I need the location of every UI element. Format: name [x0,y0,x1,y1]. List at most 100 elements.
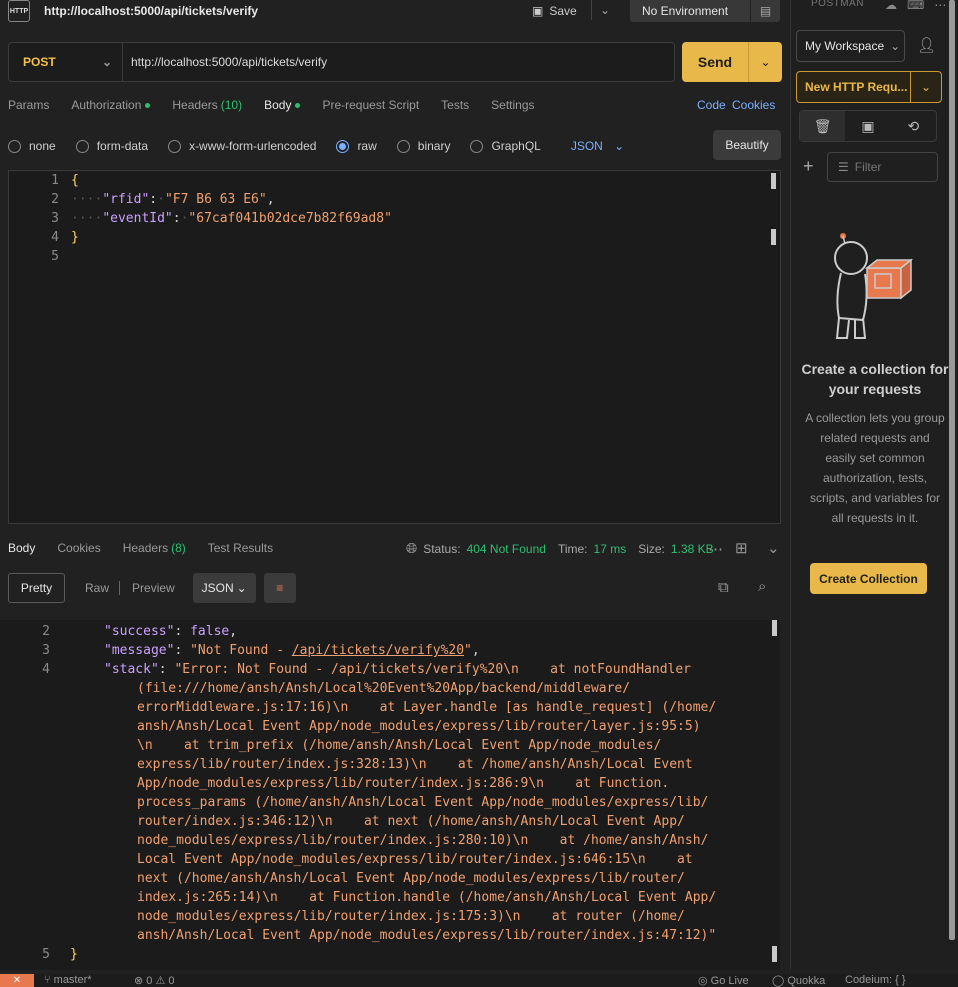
response-body-viewer[interactable]: 2 3 4 5 "success": false, "message": "Not Fou… [0,620,780,970]
response-tab-test-results[interactable]: Test Results [208,541,273,555]
radio-form-data[interactable]: form-data [75,139,148,153]
terminal-icon[interactable]: ⌨ [907,0,934,12]
empty-state-description: A collection lets you group related requ… [805,411,945,525]
response-tab-body[interactable]: Body [8,541,35,555]
response-meta: 🌐︎ Status: 404 Not Found Time: 17 ms Siz… [406,540,714,557]
environment-quick-look-icon[interactable]: ▤ [750,0,780,22]
radio-binary[interactable]: binary [396,139,450,153]
filter-field[interactable]: ☰ [827,152,938,182]
go-live-button[interactable]: ◎ Go Live [698,974,749,987]
sidebar-top-icons[interactable]: ☁⌨⋯ [885,0,956,12]
request-body-editor[interactable]: 1{2 ····"rfid":·"F7 B6 63 E6", 3 ····"event… [8,170,781,524]
tab-headers[interactable]: Headers (10) [172,94,242,116]
url-input[interactable] [131,55,651,69]
json-key: "message" [104,643,175,658]
collections-icon[interactable]: 🗑︎ [800,111,846,141]
json-key: "eventId" [102,211,173,226]
quokka-label: Quokka [787,975,826,987]
body-type-options: none form-data x-www-form-urlencoded raw bin… [8,136,624,156]
line-number: 2 [42,624,50,639]
tab-settings[interactable]: Settings [491,94,534,116]
create-collection-button[interactable]: Create Collection [810,563,927,594]
code-line: "message": "Not Found - /api/tickets/ver… [104,643,480,658]
problems-indicator[interactable]: ⊗ 0 ⚠ 0 [134,974,174,987]
editor-status-bar: ✕ ⑂ master* ⊗ 0 ⚠ 0 ◎ Go Live ◯ Quokka C… [0,974,958,987]
editor-scrollbar[interactable] [771,173,776,189]
workspace-label: My Workspace [805,39,885,53]
radio-GraphQL[interactable]: GraphQL [470,139,541,153]
response-scrollbar[interactable] [772,620,777,636]
method-select[interactable]: POST ⌄ [9,43,123,81]
stack-continuation: node_modules/express/lib/router/index.js… [137,833,709,848]
response-tab-headers[interactable]: Headers (8) [123,541,186,555]
status-value[interactable]: 404 Not Found [467,542,546,556]
message-link[interactable]: /api/tickets/verify%20 [292,643,464,658]
stack-continuation: (file:///home/ansh/Ansh/Local%20Event%20… [137,681,631,696]
method-label: POST [23,55,56,69]
layout-toggle-icon[interactable]: ⊞ [735,539,748,557]
code-line: "success": false, [104,624,237,639]
send-label: Send [697,54,733,70]
codeium-status[interactable]: Codeium: { } [845,974,906,986]
radio-x-www-form-urlencoded[interactable]: x-www-form-urlencoded [168,139,316,153]
response-format-select[interactable]: JSON ⌄ [192,573,256,603]
view-raw-button[interactable]: Raw [85,581,109,595]
add-collection-icon[interactable]: + [803,156,814,177]
wrap-lines-icon[interactable]: ≡ [263,573,296,603]
tab-label: Headers [122,541,169,555]
cookies-link[interactable]: Cookies [732,98,775,112]
tab-params[interactable]: Params [8,94,49,116]
space-marker: · [157,192,165,207]
chevron-down-icon: ⌄ [101,55,112,69]
code-link[interactable]: Code [697,98,726,112]
view-preview-button[interactable]: Preview [132,581,175,595]
radio-none[interactable]: none [8,139,56,153]
add-user-icon[interactable]: 👤︎ [917,36,936,54]
comma: , [229,624,238,639]
history-icon[interactable]: ⟲ [891,111,936,141]
save-label: Save [549,4,577,18]
save-options-chevron-icon[interactable]: ⌄ [600,3,610,17]
indent-guide: ···· [71,211,103,226]
tab-authorization[interactable]: Authorization [71,94,151,116]
environment-selector[interactable]: No Environment ▤ [630,0,780,22]
collapse-chevron-icon[interactable]: ⌄ [767,539,780,557]
cloud-icon[interactable]: ☁ [885,0,907,12]
radio-circle-icon [168,139,182,153]
tab-label: Body [8,541,36,555]
copy-icon[interactable]: ⧉ [718,579,729,596]
sidebar-scrollbar[interactable] [949,0,955,940]
new-request-button[interactable]: New HTTP Requ... ⌄ [796,71,942,103]
tab-pre-request-script[interactable]: Pre-request Script [322,94,419,116]
trailing-comma: , [266,192,275,207]
save-button[interactable]: ▣ Save [532,0,577,22]
tab-tests[interactable]: Tests [441,94,469,116]
astronaut-illustration-icon [834,233,914,339]
tab-label: Body [264,98,292,112]
git-branch[interactable]: ⑂ master* [44,974,92,986]
line-number: 3 [42,643,50,658]
indent-guide: ···· [71,192,103,207]
time-value[interactable]: 17 ms [594,542,627,556]
stack-continuation: \n at trim_prefix (/home/ansh/Ansh/Local… [137,738,662,753]
body-format-select[interactable]: JSON ⌄ [571,139,624,153]
filter-input[interactable] [854,160,925,174]
send-options-chevron-icon[interactable]: ⌄ [748,42,782,82]
radio-raw[interactable]: raw [336,139,377,153]
environments-icon[interactable]: ▣ [845,111,890,141]
chevron-down-icon: ⌄ [236,581,247,595]
quokka-button[interactable]: ◯ Quokka [772,974,825,987]
remote-icon[interactable]: ✕ [0,974,34,987]
tab-body[interactable]: Body [264,94,301,116]
search-icon[interactable]: ⌕ [758,578,766,595]
view-pretty-button[interactable]: Pretty [8,573,65,603]
radio-circle-icon [75,139,89,153]
response-tab-cookies[interactable]: Cookies [57,541,100,555]
json-key: "rfid" [102,192,150,207]
more-options-icon[interactable]: ⋯ [708,540,723,558]
workspace-selector[interactable]: My Workspace ⌄ [796,30,905,62]
radio-label: x-www-form-urlencoded [189,139,317,153]
beautify-button[interactable]: Beautify [713,130,781,160]
chevron-down-icon[interactable]: ⌄ [910,72,941,102]
send-button[interactable]: Send ⌄ [682,42,782,82]
